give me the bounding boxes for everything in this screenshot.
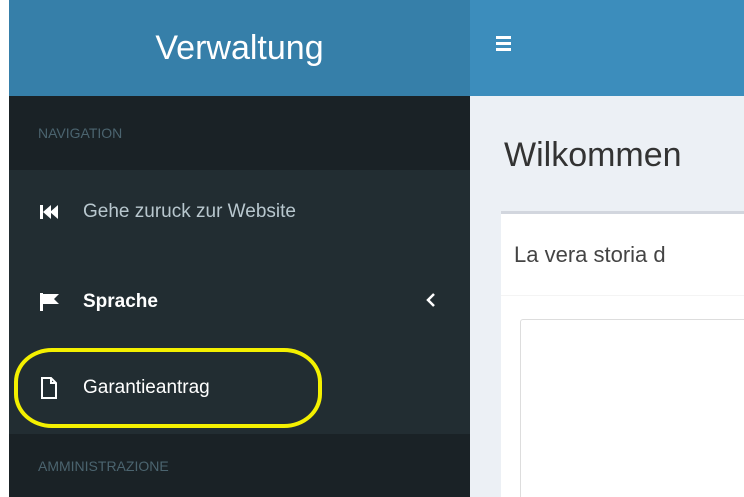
sidebar-item-warranty-request[interactable]: Garantieantrag	[9, 348, 470, 428]
sidebar-header-label: AMMINISTRAZIONE	[38, 458, 169, 474]
box-body-frame	[520, 319, 744, 497]
box-title: La vera storia d	[501, 214, 744, 296]
sidebar-item-language[interactable]: Sprache	[9, 262, 470, 342]
sidebar-item-label: Garantieantrag	[83, 377, 210, 398]
sidebar-item-label: Gehe zuruck zur Website	[83, 201, 296, 222]
hamburger-icon[interactable]	[496, 36, 518, 56]
content-box: La vera storia d	[501, 211, 744, 497]
sidebar-header-label: NAVIGATION	[38, 125, 123, 141]
chevron-left-icon[interactable]	[426, 291, 436, 312]
page-title: Wilkommen	[504, 136, 682, 174]
top-navbar	[470, 0, 744, 96]
sidebar-header-navigation: NAVIGATION	[9, 96, 470, 170]
main-content: Wilkommen La vera storia d	[470, 96, 744, 497]
admin-app: Verwaltung NAVIGATION Gehe zuruck zur We…	[0, 0, 744, 497]
sidebar-item-label: Sprache	[83, 291, 158, 312]
brand-title: Verwaltung	[155, 28, 324, 67]
fast-backward-icon	[40, 202, 66, 222]
sidebar: NAVIGATION Gehe zuruck zur Website Sprac…	[9, 96, 470, 497]
file-icon	[40, 377, 66, 399]
sidebar-header-administration: AMMINISTRAZIONE	[9, 434, 470, 497]
brand-logo[interactable]: Verwaltung	[9, 0, 470, 96]
flag-icon	[40, 292, 66, 312]
sidebar-item-back-to-website[interactable]: Gehe zuruck zur Website	[9, 172, 470, 252]
